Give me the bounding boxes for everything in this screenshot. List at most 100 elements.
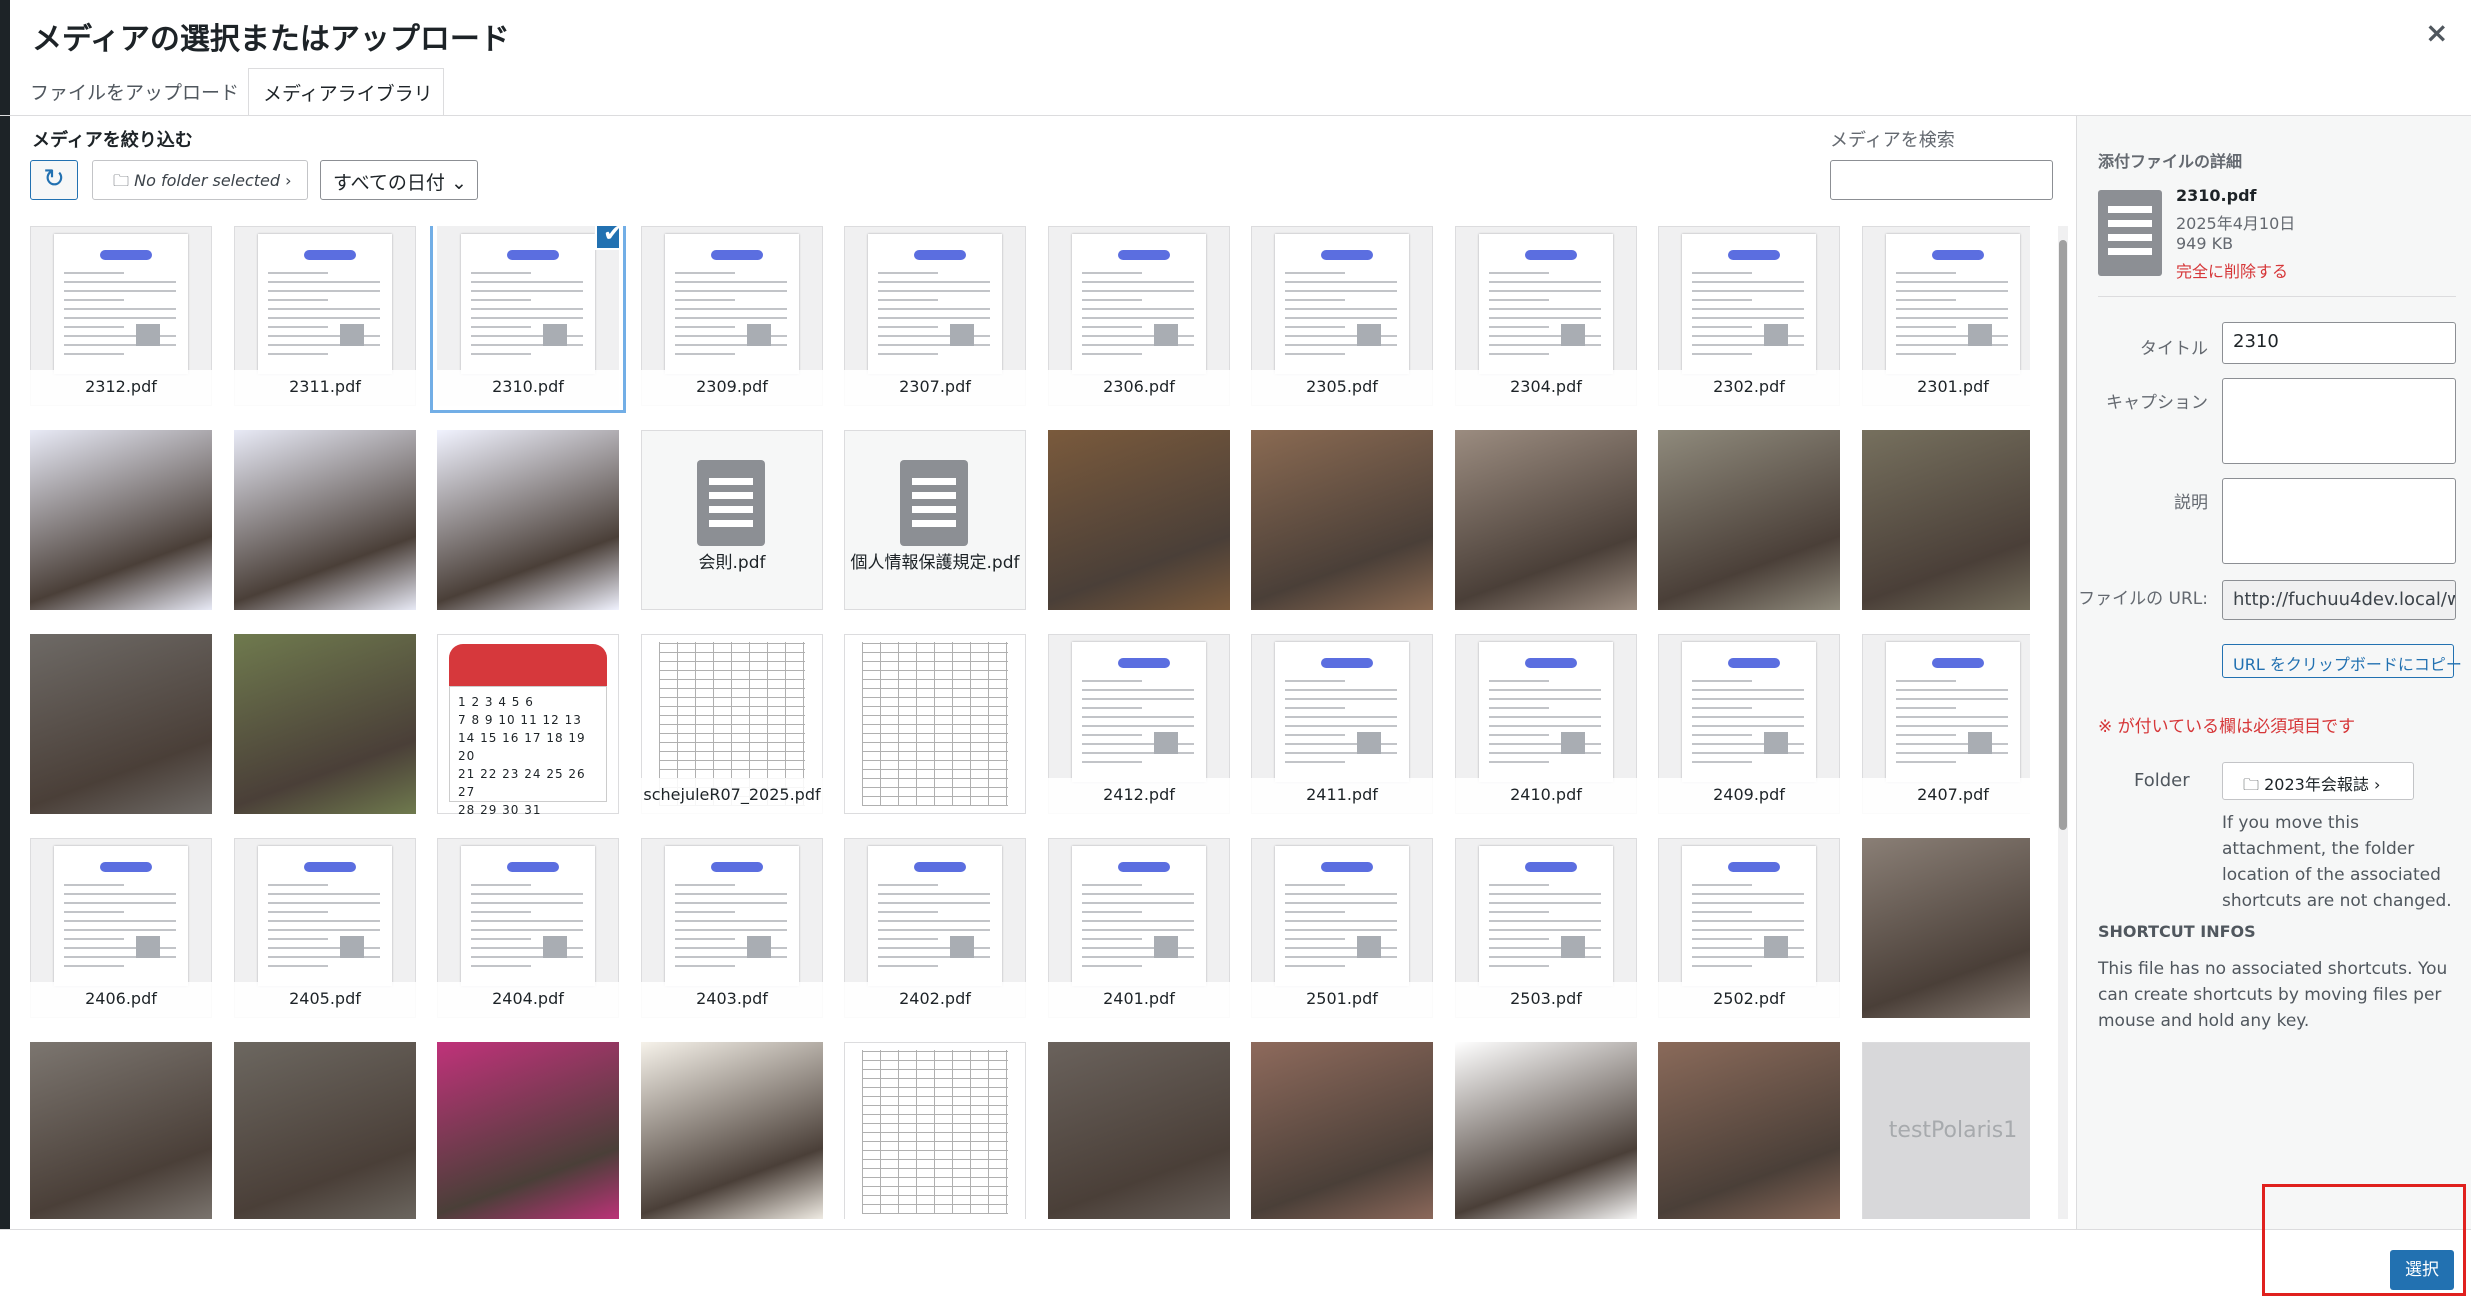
attachment-tile[interactable]: 1 2 3 4 5 67 8 9 10 11 12 13 14 15 16 17 … — [437, 634, 619, 814]
folder-help-text: If you move this attachment, the folder … — [2222, 813, 2452, 911]
attachment-tile[interactable]: 2404.pdf — [437, 838, 619, 1018]
tab-media-library[interactable]: メディアライブラリ — [248, 68, 444, 116]
attachment-tile[interactable]: schejuleR07_2025.pdf — [641, 634, 823, 814]
chevron-right-icon: › — [2373, 775, 2381, 794]
attachment-tile[interactable]: 2307.pdf — [844, 226, 1026, 406]
attachment-tile[interactable]: 個人情報保護規定.pdf — [844, 430, 1026, 610]
attachment-tile[interactable]: 2409.pdf — [1658, 634, 1840, 814]
attachment-tile[interactable] — [1658, 430, 1840, 610]
attachment-tile[interactable] — [1658, 1042, 1840, 1219]
attachment-tile[interactable]: 2401.pdf — [1048, 838, 1230, 1018]
date-filter-select[interactable]: すべての日付 ⌄ — [320, 160, 478, 200]
chevron-down-icon: ⌄ — [450, 172, 467, 194]
image-thumbnail — [641, 1042, 823, 1219]
attachment-tile[interactable] — [234, 634, 416, 814]
calendar-icon: 1 2 3 4 5 67 8 9 10 11 12 13 14 15 16 17 … — [449, 644, 607, 814]
attachment-tile[interactable] — [1251, 430, 1433, 610]
attachment-filename: 2311.pdf — [234, 370, 416, 406]
shortcut-infos-heading: SHORTCUT INFOS — [2098, 922, 2256, 941]
attachment-tile[interactable]: 2305.pdf — [1251, 226, 1433, 406]
attachment-tile[interactable] — [844, 634, 1026, 814]
attachment-tile[interactable]: 2306.pdf — [1048, 226, 1230, 406]
attachment-tile[interactable]: 2304.pdf — [1455, 226, 1637, 406]
title-field[interactable]: 2310 — [2222, 322, 2456, 364]
attachment-filename: 2302.pdf — [1658, 370, 1840, 406]
attachment-tile[interactable]: 2412.pdf — [1048, 634, 1230, 814]
search-input[interactable] — [1830, 160, 2053, 200]
attachment-tile[interactable]: 2403.pdf — [641, 838, 823, 1018]
document-icon — [697, 460, 765, 546]
copy-url-button[interactable]: URL をクリップボードにコピー — [2222, 644, 2462, 678]
image-thumbnail — [1048, 430, 1230, 610]
description-field[interactable] — [2222, 478, 2456, 564]
image-thumbnail — [1048, 1042, 1230, 1219]
attachment-tile[interactable]: 2402.pdf — [844, 838, 1026, 1018]
schedule-thumbnail — [862, 1050, 1008, 1214]
attachment-tile[interactable]: 2410.pdf — [1455, 634, 1637, 814]
attachment-tile[interactable] — [1048, 1042, 1230, 1219]
attachment-tile[interactable]: 2302.pdf — [1658, 226, 1840, 406]
details-divider — [2098, 296, 2456, 297]
attachment-tile[interactable] — [1862, 838, 2030, 1018]
attachment-tile[interactable]: 2411.pdf — [1251, 634, 1433, 814]
attachment-tile[interactable]: 2407.pdf — [1862, 634, 2030, 814]
refresh-icon[interactable]: ↻ — [30, 160, 78, 200]
folder-select-button[interactable]: 🗀 No folder selected › — [92, 160, 308, 200]
attachment-tile[interactable] — [1862, 430, 2030, 610]
checkmark-icon[interactable]: ✔ — [595, 226, 619, 250]
folder-select-button[interactable]: 🗀 2023年会報誌 › — [2222, 762, 2414, 800]
pdf-thumbnail — [1275, 846, 1409, 986]
attachment-tile[interactable]: 2312.pdf — [30, 226, 212, 406]
attachment-tile[interactable]: 2406.pdf — [30, 838, 212, 1018]
attachment-tile[interactable]: 2301.pdf — [1862, 226, 2030, 406]
image-thumbnail — [30, 430, 212, 610]
caption-field[interactable] — [2222, 378, 2456, 464]
tab-upload-files[interactable]: ファイルをアップロード — [16, 68, 246, 116]
scrollbar-thumb[interactable] — [2059, 240, 2067, 830]
attachment-tile[interactable] — [30, 430, 212, 610]
pdf-thumbnail — [868, 846, 1002, 986]
attachment-tile[interactable] — [234, 1042, 416, 1219]
close-icon[interactable]: × — [2425, 16, 2448, 49]
pdf-thumbnail — [54, 846, 188, 986]
attachment-tile[interactable]: 2309.pdf — [641, 226, 823, 406]
attachment-tile[interactable]: 2405.pdf — [234, 838, 416, 1018]
description-label: 説明 — [2174, 493, 2208, 513]
attachment-tile[interactable] — [30, 1042, 212, 1219]
attachment-tile[interactable] — [1455, 1042, 1637, 1219]
attachment-tile[interactable] — [437, 1042, 619, 1219]
attachment-tile[interactable]: testPolaris1 — [1862, 1042, 2030, 1219]
pdf-thumbnail — [665, 234, 799, 374]
folder-icon: 🗀 — [2243, 775, 2260, 794]
pdf-thumbnail — [1479, 846, 1613, 986]
attachment-tile[interactable]: 2502.pdf — [1658, 838, 1840, 1018]
file-url-field[interactable]: http://fuchuu4dev.local/wp — [2222, 580, 2456, 620]
attachment-filename: 2307.pdf — [844, 370, 1026, 406]
attachment-filename: 2310.pdf — [437, 370, 619, 406]
attachment-tile[interactable] — [641, 1042, 823, 1219]
details-filename: 2310.pdf — [2176, 186, 2257, 205]
pdf-thumbnail — [461, 234, 595, 374]
attachment-tile[interactable]: 2311.pdf — [234, 226, 416, 406]
attachment-tile[interactable]: 2503.pdf — [1455, 838, 1637, 1018]
attachment-tile[interactable] — [1455, 430, 1637, 610]
attachment-tile[interactable]: 会則.pdf — [641, 430, 823, 610]
document-icon — [2098, 190, 2162, 276]
image-thumbnail — [437, 1042, 619, 1219]
attachment-tile[interactable] — [1251, 1042, 1433, 1219]
attachment-tile[interactable]: 2501.pdf — [1251, 838, 1433, 1018]
details-size: 949 KB — [2176, 234, 2234, 253]
attachment-filename: 2412.pdf — [1048, 778, 1230, 814]
attachment-tile[interactable] — [30, 634, 212, 814]
attachment-tile[interactable] — [437, 430, 619, 610]
delete-permanently-link[interactable]: 完全に削除する — [2176, 258, 2288, 282]
attachment-filename: 2404.pdf — [437, 982, 619, 1018]
attachment-tile[interactable]: 2310.pdf ✔ — [437, 226, 619, 406]
attachment-tile[interactable] — [234, 430, 416, 610]
attachment-tile[interactable] — [844, 1042, 1026, 1219]
attachment-tile[interactable] — [1048, 430, 1230, 610]
chevron-right-icon: › — [285, 171, 292, 190]
pdf-thumbnail — [665, 846, 799, 986]
image-thumbnail — [1251, 430, 1433, 610]
attachment-filename: 2401.pdf — [1048, 982, 1230, 1018]
